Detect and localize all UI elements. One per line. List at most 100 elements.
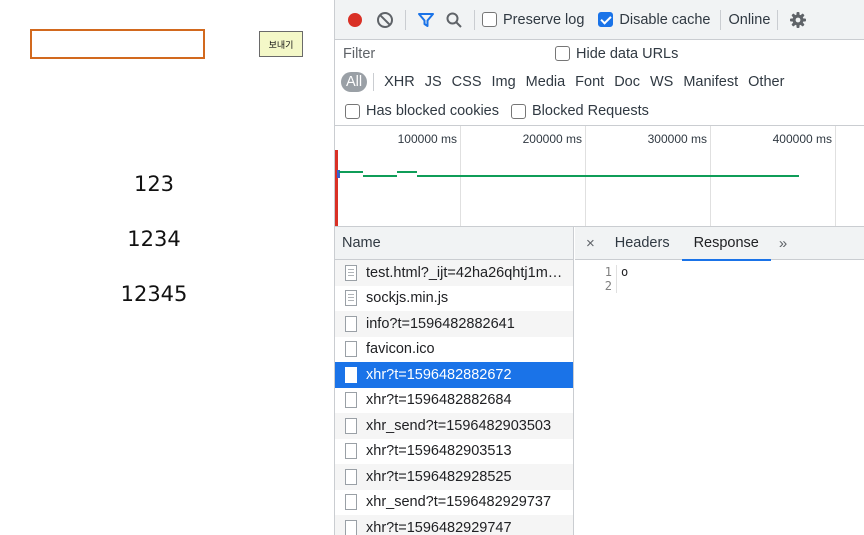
file-icon: [345, 341, 357, 358]
hide-data-urls-label: Hide data URLs: [576, 45, 679, 62]
type-filter-xhr[interactable]: XHR: [384, 74, 415, 90]
request-name: sockjs.min.js: [366, 290, 449, 307]
request-row[interactable]: info?t=1596482882641: [335, 311, 573, 337]
line-number: 1: [604, 265, 612, 279]
checkbox-box[interactable]: [511, 103, 526, 119]
record-button[interactable]: [342, 7, 368, 33]
checkbox-box[interactable]: [482, 12, 497, 27]
checkbox-box[interactable]: [345, 103, 360, 119]
document-icon: [345, 264, 357, 281]
has-blocked-cookies-label: Has blocked cookies: [366, 103, 499, 119]
request-row[interactable]: xhr?t=1596482929747: [335, 515, 573, 535]
request-name: xhr?t=1596482903513: [366, 443, 512, 460]
toolbar-divider: [720, 9, 722, 30]
filter-icon: [418, 12, 434, 27]
blocked-requests-label: Blocked Requests: [532, 103, 649, 119]
throttling-select[interactable]: Online: [728, 12, 770, 28]
message-item: 123: [133, 172, 175, 196]
request-row[interactable]: xhr_send?t=1596482929737: [335, 490, 573, 516]
checkbox-box[interactable]: [555, 46, 570, 61]
message-input[interactable]: [30, 29, 205, 59]
request-row[interactable]: xhr?t=1596482882684: [335, 388, 573, 414]
record-icon: [348, 12, 362, 27]
filter-toggle-button[interactable]: [413, 7, 439, 33]
request-list: Name test.html?_ijt=42ha26qhtj1m… sockjs…: [335, 227, 574, 535]
blocked-filters: Has blocked cookies Blocked Requests: [335, 97, 864, 126]
network-overview-timeline[interactable]: 100000 ms 200000 ms 300000 ms 400000 ms: [335, 126, 864, 227]
message-item: 1234: [127, 227, 181, 251]
type-filter-all[interactable]: All: [341, 72, 368, 92]
hide-data-urls-checkbox[interactable]: Hide data URLs: [555, 46, 678, 62]
type-filter-manifest[interactable]: Manifest: [683, 74, 738, 90]
request-name: xhr?t=1596482928525: [366, 468, 512, 485]
search-button[interactable]: [441, 7, 467, 33]
file-icon: [345, 494, 357, 511]
request-row-selected[interactable]: xhr?t=1596482882672: [335, 362, 573, 388]
request-name: favicon.ico: [366, 341, 435, 358]
toolbar-divider: [777, 9, 779, 30]
request-row[interactable]: sockjs.min.js: [335, 286, 573, 312]
type-filter-other[interactable]: Other: [748, 74, 784, 90]
request-row[interactable]: xhr_send?t=1596482903503: [335, 413, 573, 439]
response-viewer[interactable]: 1 2 o: [575, 260, 864, 293]
filter-input[interactable]: [335, 42, 533, 65]
gear-icon: [790, 11, 807, 28]
preserve-log-checkbox[interactable]: Preserve log: [482, 12, 584, 28]
send-button[interactable]: 보내기: [259, 31, 303, 57]
more-tabs-button[interactable]: »: [771, 235, 795, 252]
request-name: xhr?t=1596482882684: [366, 392, 512, 409]
tab-headers[interactable]: Headers: [603, 227, 682, 260]
disable-cache-checkbox[interactable]: Disable cache: [598, 12, 710, 28]
line-number: 2: [604, 279, 612, 293]
resource-type-filters: All XHR JS CSS Img Media Font Doc WS Man…: [335, 67, 864, 97]
request-name: xhr_send?t=1596482903503: [366, 417, 552, 434]
file-icon: [345, 417, 357, 434]
request-name: xhr?t=1596482929747: [366, 519, 512, 535]
request-row[interactable]: favicon.ico: [335, 337, 573, 363]
script-file-icon: [345, 290, 357, 307]
file-icon: [345, 519, 357, 535]
filter-bar: Hide data URLs: [335, 40, 864, 67]
checkbox-box-checked[interactable]: [598, 12, 614, 27]
type-filter-media[interactable]: Media: [526, 74, 566, 90]
file-icon: [345, 468, 357, 485]
type-filter-js[interactable]: JS: [425, 74, 442, 90]
type-filter-css[interactable]: CSS: [452, 74, 482, 90]
blocked-requests-checkbox[interactable]: Blocked Requests: [511, 103, 649, 119]
type-divider: [373, 73, 375, 91]
clear-button[interactable]: [372, 7, 398, 33]
response-line: [621, 279, 628, 293]
devtools-network-panel: Preserve log Disable cache Online Filter…: [334, 0, 864, 535]
line-number-gutter: 1 2: [575, 265, 617, 293]
request-row[interactable]: xhr?t=1596482903513: [335, 439, 573, 465]
has-blocked-cookies-checkbox[interactable]: Has blocked cookies: [345, 103, 499, 119]
request-detail-pane: × Headers Response » 1 2 o: [575, 227, 864, 535]
toolbar-divider: [474, 9, 475, 30]
clear-icon: [377, 11, 393, 28]
name-column-header[interactable]: Name: [335, 227, 573, 260]
page-content: 보내기 123 1234 12345: [0, 0, 334, 535]
response-body: o: [617, 265, 628, 293]
message-item: 12345: [120, 282, 188, 306]
request-name: xhr?t=1596482882672: [366, 366, 512, 383]
timeline-activity-graph: [335, 150, 799, 226]
toolbar-divider: [405, 9, 406, 30]
file-icon: [345, 366, 357, 383]
close-detail-button[interactable]: ×: [575, 235, 603, 252]
request-name: test.html?_ijt=42ha26qhtj1m…: [366, 264, 563, 281]
request-row[interactable]: test.html?_ijt=42ha26qhtj1m…: [335, 260, 573, 286]
disable-cache-label: Disable cache: [619, 11, 711, 28]
request-name: xhr_send?t=1596482929737: [366, 494, 552, 511]
request-name: info?t=1596482882641: [366, 315, 515, 332]
tab-response[interactable]: Response: [681, 227, 772, 261]
type-filter-font[interactable]: Font: [575, 74, 604, 90]
type-filter-doc[interactable]: Doc: [614, 74, 640, 90]
timeline-load-marker: [335, 150, 338, 226]
request-row[interactable]: xhr?t=1596482928525: [335, 464, 573, 490]
type-filter-ws[interactable]: WS: [650, 74, 673, 90]
type-filter-img[interactable]: Img: [492, 74, 516, 90]
settings-button[interactable]: [785, 7, 811, 33]
file-icon: [345, 443, 357, 460]
preserve-log-label: Preserve log: [503, 11, 585, 28]
file-icon: [345, 392, 357, 409]
